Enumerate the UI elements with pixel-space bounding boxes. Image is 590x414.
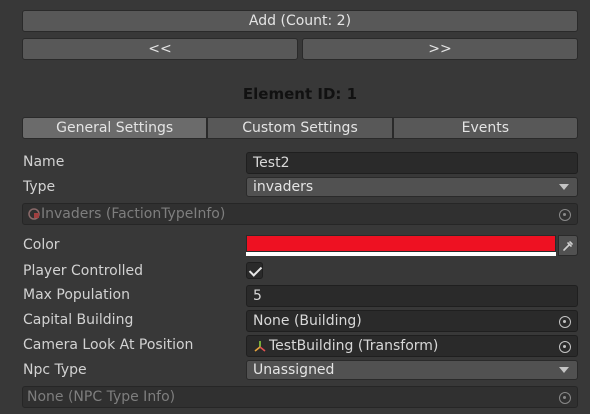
player-controlled-checkbox[interactable] <box>246 262 263 279</box>
type-info-value: Invaders (FactionTypeInfo) <box>41 206 226 222</box>
type-info-row: Invaders (FactionTypeInfo) <box>0 203 590 225</box>
element-title: Element ID: 1 <box>242 85 358 103</box>
max-population-label: Max Population <box>23 287 130 303</box>
color-field[interactable] <box>246 235 578 257</box>
eyedropper-button[interactable] <box>558 235 578 256</box>
object-picker-icon[interactable] <box>559 341 571 353</box>
npc-type-dropdown[interactable]: Unassigned <box>246 360 578 380</box>
name-row: Name Test2 <box>0 152 590 174</box>
name-label: Name <box>23 154 65 170</box>
dropdown-caret-icon <box>559 184 569 190</box>
npc-type-row: Npc Type Unassigned <box>0 360 590 382</box>
capital-building-field[interactable]: None (Building) <box>246 310 578 332</box>
capital-building-row: Capital Building None (Building) <box>0 310 590 332</box>
camera-look-at-value: TestBuilding (Transform) <box>269 338 439 354</box>
type-row: Type invaders <box>0 177 590 199</box>
npc-type-value: Unassigned <box>253 362 335 378</box>
tab-custom-settings[interactable]: Custom Settings <box>207 117 393 139</box>
max-population-row: Max Population 5 <box>0 285 590 307</box>
player-controlled-row: Player Controlled <box>0 261 590 283</box>
camera-look-at-row: Camera Look At Position TestBuilding (Tr… <box>0 335 590 357</box>
add-button[interactable]: Add (Count: 2) <box>22 10 578 32</box>
previous-element-button[interactable]: << <box>22 38 298 60</box>
eyedropper-icon <box>563 240 573 251</box>
npc-type-info-value: None (NPC Type Info) <box>27 389 176 405</box>
max-population-field[interactable]: 5 <box>246 285 578 307</box>
player-controlled-label: Player Controlled <box>23 263 144 279</box>
name-field[interactable]: Test2 <box>246 152 578 174</box>
camera-look-at-field[interactable]: TestBuilding (Transform) <box>246 335 578 357</box>
camera-look-at-label: Camera Look At Position <box>23 337 194 353</box>
object-picker-icon <box>559 209 571 221</box>
tab-events[interactable]: Events <box>392 117 578 139</box>
type-value: invaders <box>253 179 314 195</box>
npc-type-info-row: None (NPC Type Info) <box>0 386 590 408</box>
color-row: Color <box>0 235 590 257</box>
scriptable-object-icon <box>28 208 40 220</box>
color-label: Color <box>23 237 60 253</box>
tab-general-settings[interactable]: General Settings <box>22 117 208 139</box>
capital-building-label: Capital Building <box>23 312 134 328</box>
object-picker-icon[interactable] <box>559 316 571 328</box>
next-element-button[interactable]: >> <box>302 38 578 60</box>
type-label: Type <box>23 179 56 195</box>
settings-tabs: General Settings Custom Settings Events <box>22 117 578 139</box>
type-dropdown[interactable]: invaders <box>246 177 578 197</box>
transform-icon <box>254 341 266 352</box>
dropdown-caret-icon <box>559 367 569 373</box>
color-swatch[interactable] <box>246 235 556 252</box>
npc-type-info-field: None (NPC Type Info) <box>22 386 578 408</box>
object-picker-icon <box>559 392 571 404</box>
npc-type-label: Npc Type <box>23 362 87 378</box>
color-alpha-bar <box>246 252 556 256</box>
capital-building-value: None (Building) <box>253 313 362 329</box>
type-info-field: Invaders (FactionTypeInfo) <box>22 203 578 225</box>
